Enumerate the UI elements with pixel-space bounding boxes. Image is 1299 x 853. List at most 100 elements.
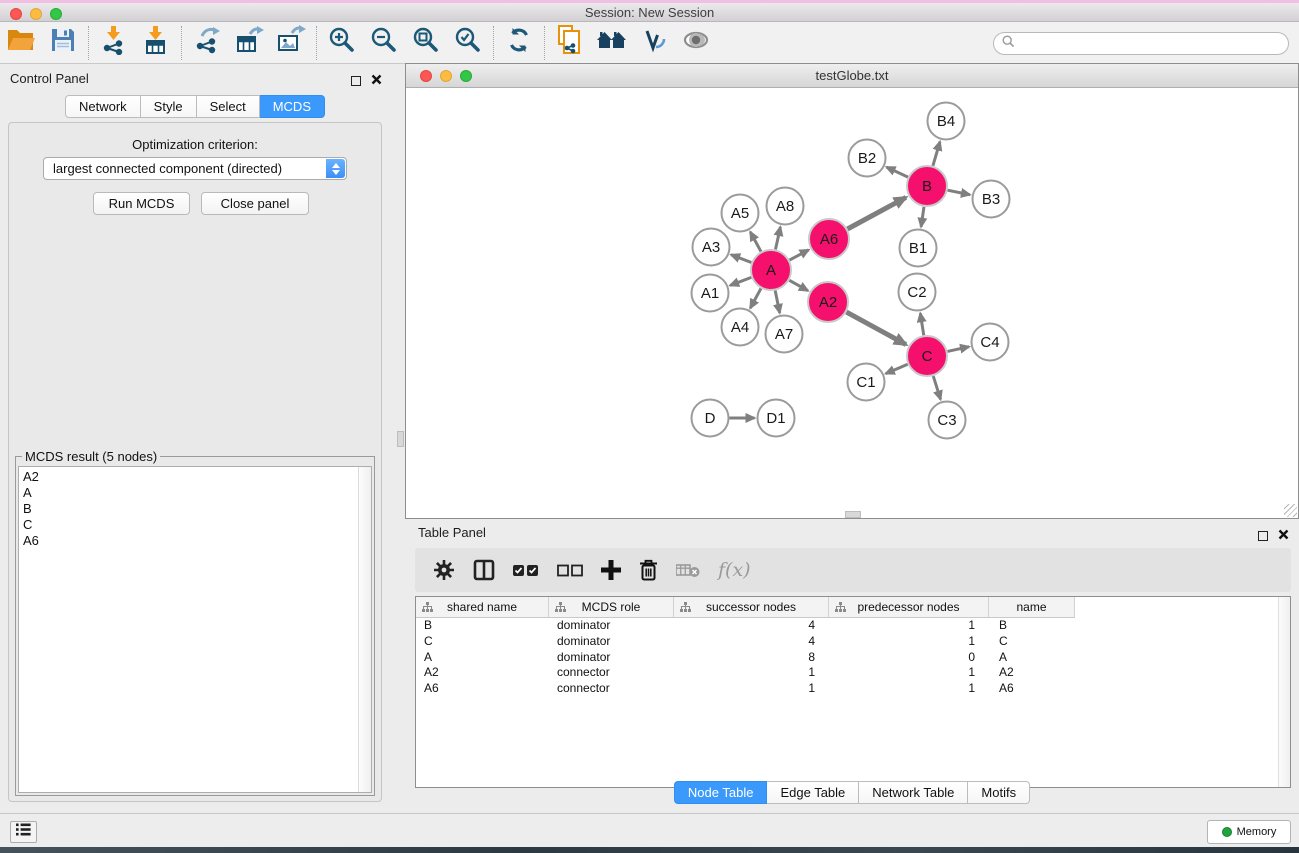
export-image-button[interactable]	[270, 24, 312, 62]
graph-edge-B-B1[interactable]	[921, 207, 924, 227]
run-mcds-button[interactable]: Run MCDS	[93, 192, 190, 215]
graph-node-A6[interactable]: A6	[809, 219, 849, 259]
criterion-select[interactable]: largest connected component (directed)	[43, 157, 347, 180]
table-settings-button[interactable]	[433, 559, 455, 581]
graph-node-C2[interactable]: C2	[899, 274, 936, 311]
zoom-in-button[interactable]	[321, 24, 363, 62]
graph-edge-A-A3[interactable]	[731, 255, 751, 263]
network-vertical-scroll-thumb[interactable]	[397, 431, 404, 447]
graph-edge-A-A8[interactable]	[775, 227, 780, 249]
network-window-title-bar[interactable]: testGlobe.txt	[406, 64, 1298, 88]
table-row-B[interactable]: Bdominator41B	[416, 618, 1290, 634]
graph-node-A[interactable]: A	[751, 250, 791, 290]
mcds-result-item[interactable]: B	[23, 501, 371, 517]
mcds-result-item[interactable]: A6	[23, 533, 371, 549]
float-panel-icon[interactable]	[351, 76, 361, 86]
select-all-columns-button[interactable]	[513, 564, 539, 577]
table-row-C[interactable]: Cdominator41C	[416, 634, 1290, 650]
table-row-A[interactable]: Adominator80A	[416, 650, 1290, 666]
column-header-successor-nodes[interactable]: successor nodes	[674, 597, 829, 618]
table-tab-motifs[interactable]: Motifs	[968, 781, 1030, 804]
graph-node-A8[interactable]: A8	[767, 188, 804, 225]
save-session-button[interactable]	[42, 24, 84, 62]
function-builder-button[interactable]: f(x)	[718, 559, 751, 581]
column-header-predecessor-nodes[interactable]: predecessor nodes	[829, 597, 989, 618]
graph-node-A4[interactable]: A4	[722, 309, 759, 346]
create-column-button[interactable]	[601, 560, 621, 580]
table-scrollbar[interactable]	[1278, 597, 1290, 787]
export-table-button[interactable]	[228, 24, 270, 62]
graph-node-B4[interactable]: B4	[928, 103, 965, 140]
graph-edge-C-C4[interactable]	[947, 347, 969, 352]
import-network-button[interactable]	[93, 24, 135, 62]
graph-edge-C-C1[interactable]	[886, 364, 908, 373]
graph-edge-A-A2[interactable]	[789, 280, 808, 290]
graph-node-A5[interactable]: A5	[722, 195, 759, 232]
table-tab-network-table[interactable]: Network Table	[859, 781, 968, 804]
graph-edge-B-B2[interactable]	[886, 167, 907, 177]
toolbar-search-field[interactable]	[993, 32, 1289, 55]
graph-node-A2[interactable]: A2	[808, 282, 848, 322]
search-input[interactable]	[1019, 37, 1288, 51]
graph-edge-A-A7[interactable]	[775, 291, 780, 313]
float-table-panel-icon[interactable]	[1258, 531, 1268, 541]
zoom-selected-button[interactable]	[447, 24, 489, 62]
delete-column-button[interactable]	[639, 559, 658, 581]
graph-node-B2[interactable]: B2	[849, 140, 886, 177]
tab-select[interactable]: Select	[197, 95, 260, 118]
graph-edge-A-A4[interactable]	[750, 288, 761, 308]
delete-table-button[interactable]	[676, 562, 700, 578]
graph-node-D1[interactable]: D1	[758, 400, 795, 437]
table-tab-edge-table[interactable]: Edge Table	[767, 781, 859, 804]
graph-node-C3[interactable]: C3	[929, 402, 966, 439]
export-network-button[interactable]	[186, 24, 228, 62]
clone-network-button[interactable]	[549, 24, 591, 62]
graph-node-A3[interactable]: A3	[693, 229, 730, 266]
graph-node-C[interactable]: C	[907, 336, 947, 376]
tab-network[interactable]: Network	[65, 95, 141, 118]
graph-node-B3[interactable]: B3	[973, 181, 1010, 218]
graph-edge-A2-C[interactable]	[846, 312, 905, 344]
refresh-button[interactable]	[498, 24, 540, 62]
graph-edge-B-B4[interactable]	[933, 142, 940, 166]
graph-node-C4[interactable]: C4	[972, 324, 1009, 361]
split-view-button[interactable]	[473, 559, 495, 581]
zoom-fit-button[interactable]	[405, 24, 447, 62]
graph-node-A1[interactable]: A1	[692, 275, 729, 312]
unselect-all-columns-button[interactable]	[557, 564, 583, 577]
graph-edge-B-B3[interactable]	[948, 190, 970, 195]
mcds-result-item[interactable]: A2	[23, 469, 371, 485]
tab-style[interactable]: Style	[141, 95, 197, 118]
graph-node-A7[interactable]: A7	[766, 316, 803, 353]
graphics-details-button[interactable]	[633, 24, 675, 62]
column-header-name[interactable]: name	[989, 597, 1075, 618]
graph-node-B1[interactable]: B1	[900, 230, 937, 267]
graph-edge-A-A6[interactable]	[790, 250, 809, 260]
mcds-result-item[interactable]: A	[23, 485, 371, 501]
show-hide-button[interactable]	[675, 24, 717, 62]
reset-layout-button[interactable]	[591, 24, 633, 62]
zoom-out-button[interactable]	[363, 24, 405, 62]
table-tab-node-table[interactable]: Node Table	[674, 781, 768, 804]
resize-grip-icon[interactable]	[1284, 504, 1297, 517]
close-panel-icon[interactable]	[371, 72, 382, 90]
graph-node-C1[interactable]: C1	[848, 364, 885, 401]
column-header-shared-name[interactable]: shared name	[416, 597, 549, 618]
graph-edge-C-C2[interactable]	[920, 313, 923, 335]
close-table-panel-icon[interactable]	[1278, 527, 1289, 545]
open-session-button[interactable]	[0, 24, 42, 62]
result-scrollbar[interactable]	[358, 467, 371, 792]
tab-mcds[interactable]: MCDS	[260, 95, 325, 118]
graph-edge-C-C3[interactable]	[933, 376, 940, 399]
graph-node-B[interactable]: B	[907, 166, 947, 206]
graph-node-D[interactable]: D	[692, 400, 729, 437]
network-canvas[interactable]: B4 B2 B B3 A8A5 A6 A3 B1 A A1 C2 A2 A4A7 C4 C C1 C3 D D1	[406, 89, 1298, 518]
graph-edge-A-A1[interactable]	[730, 277, 751, 285]
graph-edge-A-A5[interactable]	[750, 232, 761, 252]
column-header-mcds-role[interactable]: MCDS role	[549, 597, 674, 618]
graph-edge-A6-B[interactable]	[847, 197, 905, 229]
task-history-button[interactable]	[10, 821, 37, 843]
close-panel-button[interactable]: Close panel	[201, 192, 309, 215]
table-row-A6[interactable]: A6connector11A6	[416, 681, 1290, 697]
table-row-A2[interactable]: A2connector11A2	[416, 665, 1290, 681]
